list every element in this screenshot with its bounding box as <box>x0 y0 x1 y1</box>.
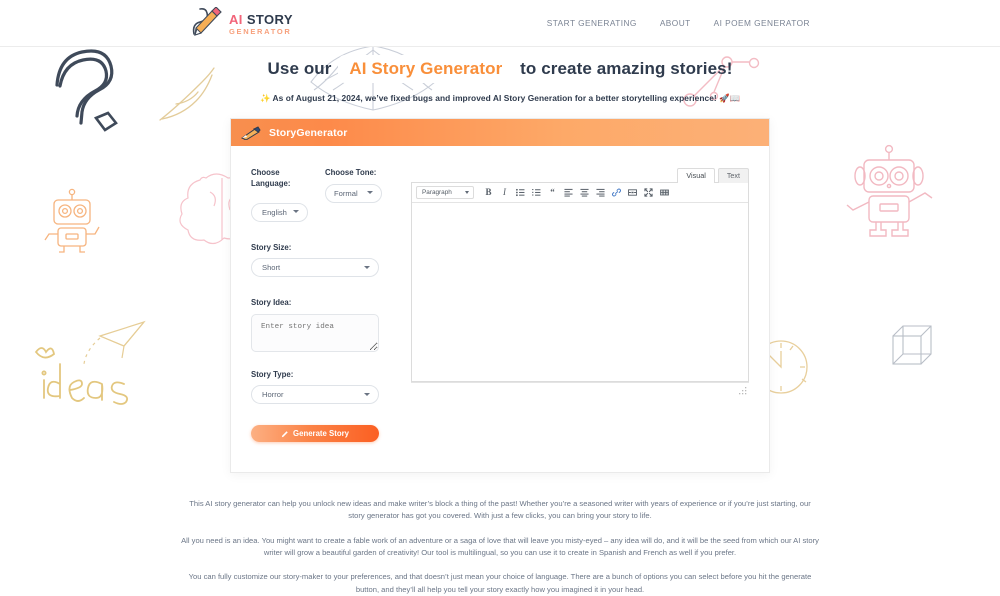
logo-generator-text: GENERATOR <box>229 26 292 36</box>
site-header: AI STORY GENERATOR START GENERATING ABOU… <box>0 0 1000 47</box>
description-paragraph-1: This AI story generator can help you unl… <box>189 499 811 521</box>
story-options-form: Choose Language: Choose Tone: Formal Eng… <box>249 168 397 443</box>
ideas-word-doodle <box>34 347 129 405</box>
generate-story-button[interactable]: Generate Story <box>251 425 379 443</box>
rocket-book-icon: 🚀📖 <box>719 93 741 104</box>
editor-mode-tabs: Visual Text <box>411 168 749 184</box>
sparkle-icon: ✨ <box>259 93 271 104</box>
story-size-label: Story Size: <box>251 242 292 252</box>
robot-pink-doodle <box>846 144 933 237</box>
chevron-down-icon <box>364 392 370 396</box>
resize-handle-icon[interactable] <box>738 386 747 395</box>
story-output-editor: Visual Text Paragraph B I “ <box>397 168 751 442</box>
story-type-label: Story Type: <box>251 369 294 379</box>
hero-section: Use our AI Story Generator to create ama… <box>0 47 1000 104</box>
chevron-down-icon <box>293 210 299 214</box>
logo-ai-text: AI <box>229 11 243 27</box>
nav-start-generating[interactable]: START GENERATING <box>547 18 637 28</box>
story-generator-card: StoryGenerator Choose Language: Choose T… <box>230 118 770 474</box>
announcement-text: As of August 21, 2024, we’ve fixed bugs … <box>272 93 717 104</box>
story-type-value: Horror <box>262 390 284 400</box>
quill-pen-icon <box>241 125 261 140</box>
hero-title-after: to create amazing stories! <box>520 59 733 78</box>
story-idea-label: Story Idea: <box>251 298 292 308</box>
hero-title-highlight: AI Story Generator <box>338 55 514 84</box>
tone-select[interactable]: Formal <box>325 183 382 203</box>
hero-title-before: Use our <box>267 59 332 78</box>
align-right-icon[interactable] <box>593 185 608 200</box>
align-center-icon[interactable] <box>577 185 592 200</box>
main-navigation: START GENERATING ABOUT AI POEM GENERATOR <box>547 18 810 28</box>
page-title: Use our AI Story Generator to create ama… <box>267 55 733 84</box>
language-select[interactable]: English <box>251 202 308 222</box>
fullscreen-icon[interactable] <box>641 185 656 200</box>
paper-plane-doodle <box>83 320 146 365</box>
tab-text[interactable]: Text <box>717 168 749 184</box>
chevron-down-icon <box>465 191 469 195</box>
read-more-icon[interactable] <box>625 185 640 200</box>
insert-link-icon[interactable] <box>609 185 624 200</box>
align-left-icon[interactable] <box>561 185 576 200</box>
pencil-icon <box>281 430 288 437</box>
editor-toolbar: Paragraph B I “ <box>412 183 748 204</box>
language-value: English <box>262 207 287 217</box>
nav-about[interactable]: ABOUT <box>660 18 691 28</box>
logo-story-text: STORY <box>246 11 293 27</box>
tab-visual[interactable]: Visual <box>677 168 715 184</box>
editor-status-bar <box>411 382 749 397</box>
format-value: Paragraph <box>422 189 452 197</box>
generate-story-label: Generate Story <box>293 429 349 439</box>
description-section: This AI story generator can help you unl… <box>180 498 820 596</box>
card-header: StoryGenerator <box>231 119 769 147</box>
story-size-value: Short <box>262 263 281 273</box>
editor-content-area[interactable] <box>412 203 748 382</box>
nav-ai-poem-generator[interactable]: AI POEM GENERATOR <box>714 18 810 28</box>
blockquote-icon[interactable]: “ <box>545 185 560 200</box>
description-paragraph-3: You can fully customize our story-maker … <box>188 572 812 594</box>
card-title: StoryGenerator <box>269 126 348 139</box>
story-idea-input[interactable] <box>251 313 379 352</box>
italic-icon[interactable]: I <box>497 185 512 200</box>
bold-icon[interactable]: B <box>481 185 496 200</box>
tone-value: Formal <box>334 188 358 198</box>
wireframe-cube-doodle <box>892 325 932 365</box>
robot-orange-doodle <box>44 188 100 253</box>
tone-label: Choose Tone: <box>325 168 377 178</box>
chevron-down-icon <box>364 265 370 269</box>
toolbar-toggle-icon[interactable] <box>657 185 672 200</box>
ink-drop-doodle <box>93 111 118 132</box>
pencil-scribble-icon <box>192 7 222 36</box>
story-type-select[interactable]: Horror <box>251 385 379 405</box>
chevron-down-icon <box>367 191 373 195</box>
numbered-list-icon[interactable] <box>529 185 544 200</box>
site-logo[interactable]: AI STORY GENERATOR <box>190 7 293 39</box>
language-label: Choose Language: <box>251 168 291 188</box>
description-paragraph-2: All you need is an idea. You might want … <box>181 535 819 558</box>
announcement-banner: ✨ As of August 21, 2024, we’ve fixed bug… <box>0 93 1000 104</box>
story-size-select[interactable]: Short <box>251 258 379 278</box>
format-select[interactable]: Paragraph <box>416 186 474 200</box>
bulleted-list-icon[interactable] <box>513 185 528 200</box>
